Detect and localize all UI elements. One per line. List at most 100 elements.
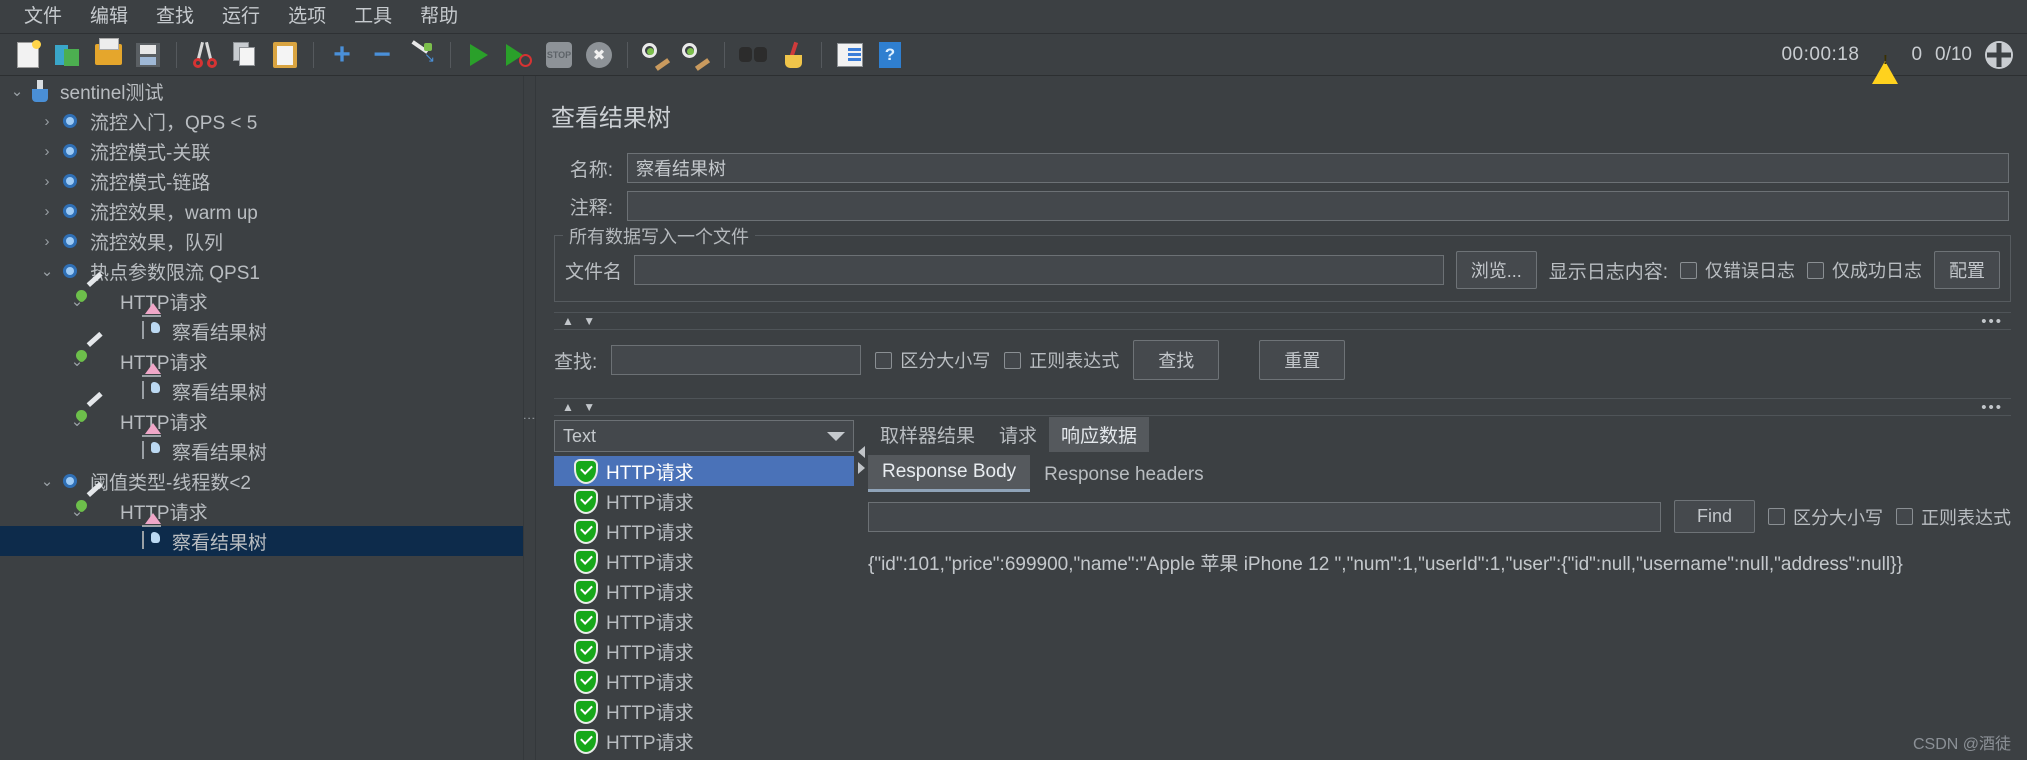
chevron-down-icon[interactable]: ⌄ [36,262,58,280]
tree-row-selected[interactable]: › 察看结果树 [0,513,523,556]
start-icon[interactable] [462,38,496,72]
tree-row[interactable]: › 察看结果树 [0,303,523,346]
checkbox-box[interactable] [1807,261,1824,279]
toggle-icon[interactable]: ↘ [405,38,439,72]
tab-request[interactable]: 请求 [987,417,1049,452]
test-plan-tree[interactable]: ⌄ sentinel测试 › 流控入门，QPS < 5 › 流控模式-关联 › … [0,76,524,760]
tab-response-body[interactable]: Response Body [868,455,1031,492]
tab-response-headers[interactable]: Response headers [1030,458,1218,492]
clear-all-icon[interactable] [679,38,713,72]
templates-icon[interactable] [51,38,85,72]
tree-row[interactable]: ⌄ HTTP请求 [0,391,523,436]
collapse-arrows-icon[interactable]: ▲ ▼ [562,314,598,328]
help-icon[interactable]: ? [873,38,907,72]
collapse-bar-bottom[interactable]: ▲ ▼ ••• [554,398,2011,416]
cut-icon[interactable] [188,38,222,72]
expand-all-icon[interactable]: + [325,38,359,72]
search-button[interactable]: 查找 [1133,340,1220,380]
find-button[interactable]: Find [1673,500,1755,533]
tree-row[interactable]: › 流控模式-链路 [0,166,523,196]
chevron-right-icon[interactable] [857,462,865,474]
list-item[interactable]: HTTP请求 [554,516,854,546]
chevron-down-icon[interactable]: ⌄ [36,472,58,490]
clear-icon[interactable] [639,38,673,72]
chevron-down-icon[interactable] [827,431,845,441]
tree-row[interactable]: ⌄ 阈值类型-线程数<2 [0,466,523,496]
success-log-checkbox[interactable]: 仅成功日志 [1807,257,1922,283]
menu-run[interactable]: 运行 [208,4,274,29]
results-split-divider[interactable] [854,420,868,760]
tree-row[interactable]: › 流控效果，warm up [0,196,523,226]
collapse-all-icon[interactable]: − [365,38,399,72]
start-no-pauses-icon[interactable] [502,38,536,72]
more-options-icon[interactable]: ••• [1981,399,2003,416]
warning-triangle-icon[interactable]: ! [1872,43,1899,84]
stop-icon[interactable]: STOP [542,38,576,72]
chevron-right-icon[interactable]: › [36,173,58,190]
globe-icon[interactable] [1985,41,2013,69]
config-button[interactable]: 配置 [1934,251,2000,289]
chevron-down-icon[interactable]: ⌄ [6,82,28,100]
find-case-checkbox[interactable]: 区分大小写 [1768,504,1883,530]
checkbox-box[interactable] [1680,261,1697,279]
shutdown-icon[interactable]: ✖ [582,38,616,72]
copy-icon[interactable] [228,38,262,72]
search-regex-checkbox[interactable]: 正则表达式 [1004,347,1119,373]
split-divider[interactable]: ⋮ [522,76,537,760]
search-icon[interactable] [736,38,770,72]
menu-tools[interactable]: 工具 [340,4,406,29]
tree-row[interactable]: › 察看结果树 [0,363,523,406]
chevron-right-icon[interactable]: › [36,203,58,220]
collapse-arrows-icon[interactable]: ▲ ▼ [562,400,598,414]
menu-edit[interactable]: 编辑 [76,4,142,29]
checkbox-box[interactable] [875,351,893,369]
tree-row[interactable]: ⌄ HTTP请求 [0,481,523,526]
new-document-icon[interactable] [11,38,45,72]
error-log-checkbox[interactable]: 仅错误日志 [1680,257,1795,283]
search-input[interactable] [611,345,862,375]
chevron-right-icon[interactable]: › [36,143,58,160]
list-item[interactable]: HTTP请求 [554,606,854,636]
list-item[interactable]: HTTP请求 [554,666,854,696]
collapse-bar-top[interactable]: ▲ ▼ ••• [554,312,2011,330]
name-input[interactable] [627,153,2009,183]
find-input[interactable] [868,501,1661,532]
list-item[interactable]: HTTP请求 [554,636,854,666]
list-item[interactable]: HTTP请求 [554,696,854,726]
renderer-select[interactable]: Text [554,420,854,452]
search-case-checkbox[interactable]: 区分大小写 [875,347,990,373]
tree-row[interactable]: ⌄ HTTP请求 [0,271,523,316]
list-item[interactable]: HTTP请求 [554,486,854,516]
save-icon[interactable] [131,38,165,72]
tree-row[interactable]: ⌄ HTTP请求 [0,331,523,376]
list-item-selected[interactable]: HTTP请求 [554,456,854,486]
tree-row[interactable]: › 察看结果树 [0,423,523,466]
tab-sampler-result[interactable]: 取样器结果 [868,417,987,452]
chevron-left-icon[interactable] [857,446,865,458]
tree-row[interactable]: › 流控效果，队列 [0,226,523,256]
browse-button[interactable]: 浏览... [1455,251,1537,289]
reset-button[interactable]: 重置 [1259,340,1346,380]
function-helper-icon[interactable] [833,38,867,72]
more-options-icon[interactable]: ••• [1981,313,2003,330]
find-regex-checkbox[interactable]: 正则表达式 [1896,504,2011,530]
tree-row[interactable]: ⌄ 热点参数限流 QPS1 [0,256,523,286]
menu-search[interactable]: 查找 [142,4,208,29]
paste-icon[interactable] [268,38,302,72]
filename-input[interactable] [634,255,1444,285]
chevron-right-icon[interactable]: › [36,233,58,250]
comment-input[interactable] [627,191,2009,221]
list-item[interactable]: HTTP请求 [554,576,854,606]
list-item[interactable]: HTTP请求 [554,726,854,756]
menu-options[interactable]: 选项 [274,4,340,29]
sampler-result-list[interactable]: HTTP请求 HTTP请求 HTTP请求 HTTP请求 HTTP请求 HTTP请… [554,456,854,760]
menu-help[interactable]: 帮助 [406,4,472,29]
search-reset-icon[interactable] [776,38,810,72]
checkbox-box[interactable] [1896,508,1913,525]
chevron-right-icon[interactable]: › [36,113,58,130]
menu-file[interactable]: 文件 [10,4,76,29]
checkbox-box[interactable] [1004,351,1022,369]
tree-row[interactable]: › 流控模式-关联 [0,136,523,166]
tab-response-data[interactable]: 响应数据 [1049,417,1150,452]
list-item[interactable]: HTTP请求 [554,546,854,576]
